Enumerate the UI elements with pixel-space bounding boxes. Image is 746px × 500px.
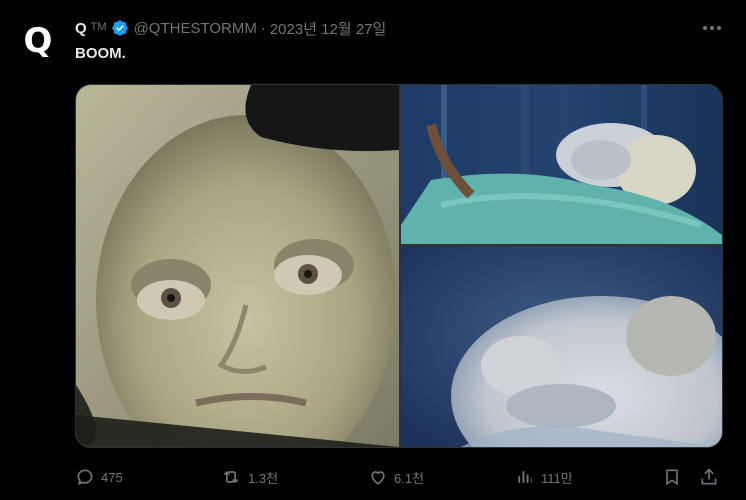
trademark-badge: TM [90,21,107,33]
photo-face-closeup[interactable] [76,85,399,447]
repost-icon [223,470,239,484]
bookmark-button[interactable] [662,462,688,492]
like-button[interactable]: 6.1천 [368,462,424,492]
reply-button[interactable]: 475 [75,462,123,492]
tweet-text: BOOM. [75,45,126,62]
bookmark-icon [666,469,678,486]
avatar-letter: Q [23,21,53,61]
more-options-button[interactable] [698,16,726,40]
author-handle[interactable]: @QTHESTORMM [134,20,257,37]
photo-reclining-figure[interactable] [401,85,722,244]
tweet-header: Q TM @QTHESTORMM · 2023년 12월 27일 [75,17,386,39]
action-bar: 475 1.3천 6.1천 111만 [75,462,721,492]
views-count: 111만 [541,470,573,486]
author-name[interactable]: Q [75,20,87,37]
views-button[interactable]: 111만 [515,462,573,492]
verified-icon[interactable] [111,19,129,37]
share-button[interactable] [699,462,725,492]
media-grid [75,84,723,448]
more-icon [703,26,721,30]
photo-blurred-closeup[interactable] [401,246,722,447]
separator-dot: · [260,19,266,37]
reply-icon [77,469,93,486]
share-icon [701,468,717,485]
reply-count: 475 [101,469,123,485]
like-count: 6.1천 [394,470,425,486]
repost-count: 1.3천 [248,470,279,486]
views-icon [518,471,532,483]
repost-button[interactable]: 1.3천 [220,462,278,492]
avatar[interactable]: Q [16,19,60,63]
post-date[interactable]: 2023년 12월 27일 [270,18,386,39]
like-icon [371,471,385,485]
